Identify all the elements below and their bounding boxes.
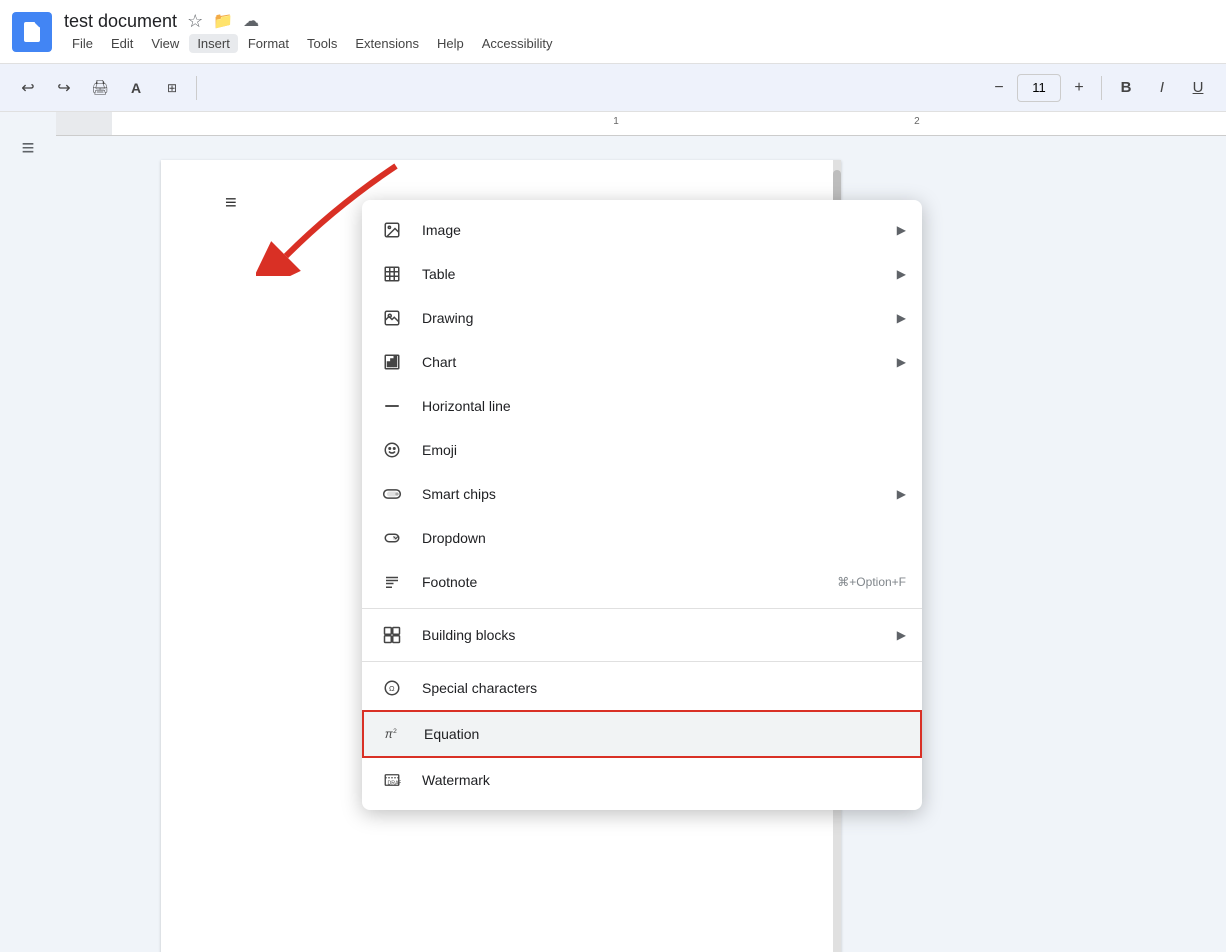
list-icon: ≡ [22, 135, 35, 161]
footnote-icon [378, 568, 406, 596]
dropdown-label: Dropdown [422, 530, 906, 546]
font-size-display[interactable]: 11 [1017, 74, 1061, 102]
menu-file[interactable]: File [64, 34, 101, 53]
menu-item-chart[interactable]: Chart ▶ [362, 340, 922, 384]
menu-format[interactable]: Format [240, 34, 297, 53]
drawing-arrow: ▶ [897, 311, 906, 325]
chart-arrow: ▶ [897, 355, 906, 369]
star-icon[interactable]: ☆ [187, 11, 203, 32]
svg-text:DRAFT: DRAFT [388, 781, 402, 787]
drawing-icon [378, 304, 406, 332]
building-blocks-arrow: ▶ [897, 628, 906, 642]
menu-item-horizontal-line[interactable]: Horizontal line [362, 384, 922, 428]
redo-button[interactable]: ↪ [48, 72, 80, 104]
docs-icon [20, 20, 44, 44]
smart-chips-arrow: ▶ [897, 487, 906, 501]
zoom-button[interactable]: ⊞ [156, 72, 188, 104]
menu-item-emoji[interactable]: Emoji [362, 428, 922, 472]
toolbar-divider-1 [196, 76, 197, 100]
ruler: 1 2 [112, 112, 1226, 135]
ruler-bar: 1 2 [56, 112, 1226, 136]
svg-text:π: π [385, 728, 393, 741]
menu-divider-1 [362, 608, 922, 609]
equation-icon: π 2 [380, 720, 408, 748]
cloud-icon[interactable]: ☁ [243, 11, 259, 31]
image-icon [378, 216, 406, 244]
menu-item-drawing[interactable]: Drawing ▶ [362, 296, 922, 340]
folder-icon[interactable]: 📁 [213, 11, 233, 31]
menu-extensions[interactable]: Extensions [347, 34, 427, 53]
menu-edit[interactable]: Edit [103, 34, 141, 53]
image-label: Image [422, 222, 889, 238]
building-blocks-icon [378, 621, 406, 649]
menu-item-equation[interactable]: π 2 Equation [362, 710, 922, 758]
right-area [946, 136, 1226, 952]
smart-chips-icon [378, 480, 406, 508]
list-icon-content: ≡ [225, 192, 237, 214]
drawing-label: Drawing [422, 310, 889, 326]
chart-label: Chart [422, 354, 889, 370]
paint-format-button[interactable]: A [120, 72, 152, 104]
menu-item-building-blocks[interactable]: Building blocks ▶ [362, 613, 922, 657]
footnote-label: Footnote [422, 574, 837, 590]
sidebar: ≡ [0, 112, 56, 952]
undo-button[interactable]: ↩ [12, 72, 44, 104]
table-arrow: ▶ [897, 267, 906, 281]
insert-dropdown-menu: Image ▶ [362, 200, 922, 810]
special-chars-icon: Ω [378, 674, 406, 702]
app-bar: test document ☆ 📁 ☁ File Edit View Inser… [0, 0, 1226, 64]
toolbar: ↩ ↪ 🖨 A ⊞ − 11 + B I U [0, 64, 1226, 112]
equation-label: Equation [424, 726, 904, 742]
table-icon [378, 260, 406, 288]
emoji-icon [378, 436, 406, 464]
menu-bar: File Edit View Insert Format Tools Exten… [64, 34, 561, 53]
font-size-increase-button[interactable]: + [1065, 74, 1093, 102]
special-chars-label: Special characters [422, 680, 906, 696]
menu-view[interactable]: View [143, 34, 187, 53]
doc-title-area: test document ☆ 📁 ☁ File Edit View Inser… [64, 11, 561, 53]
menu-divider-2 [362, 661, 922, 662]
hline-label: Horizontal line [422, 398, 906, 414]
chart-icon [378, 348, 406, 376]
menu-tools[interactable]: Tools [299, 34, 345, 53]
menu-insert[interactable]: Insert [189, 34, 238, 53]
main-content: ≡ 1 2 ≡ [0, 112, 1226, 952]
image-arrow: ▶ [897, 223, 906, 237]
building-blocks-label: Building blocks [422, 627, 889, 643]
dropdown-icon [378, 524, 406, 552]
svg-text:2: 2 [393, 728, 397, 735]
toolbar-divider-2 [1101, 76, 1102, 100]
menu-item-dropdown[interactable]: Dropdown [362, 516, 922, 560]
footnote-shortcut: ⌘+Option+F [837, 575, 906, 589]
menu-item-image[interactable]: Image ▶ [362, 208, 922, 252]
doc-title[interactable]: test document [64, 11, 177, 32]
menu-item-footnote[interactable]: Footnote ⌘+Option+F [362, 560, 922, 604]
menu-help[interactable]: Help [429, 34, 472, 53]
underline-button[interactable]: U [1182, 72, 1214, 104]
font-size-decrease-button[interactable]: − [985, 74, 1013, 102]
menu-item-table[interactable]: Table ▶ [362, 252, 922, 296]
menu-accessibility[interactable]: Accessibility [474, 34, 561, 53]
emoji-label: Emoji [422, 442, 906, 458]
menu-item-watermark[interactable]: DRAFT Watermark [362, 758, 922, 802]
app-icon[interactable] [12, 12, 52, 52]
watermark-icon: DRAFT [378, 766, 406, 794]
hline-icon [378, 392, 406, 420]
smart-chips-label: Smart chips [422, 486, 889, 502]
sidebar-list-icon[interactable]: ≡ [8, 128, 48, 168]
svg-text:Ω: Ω [389, 684, 395, 693]
watermark-label: Watermark [422, 772, 906, 788]
table-label: Table [422, 266, 889, 282]
menu-item-special-characters[interactable]: Ω Special characters [362, 666, 922, 710]
print-button[interactable]: 🖨 [84, 72, 116, 104]
bold-button[interactable]: B [1110, 72, 1142, 104]
menu-item-smart-chips[interactable]: Smart chips ▶ [362, 472, 922, 516]
italic-button[interactable]: I [1146, 72, 1178, 104]
